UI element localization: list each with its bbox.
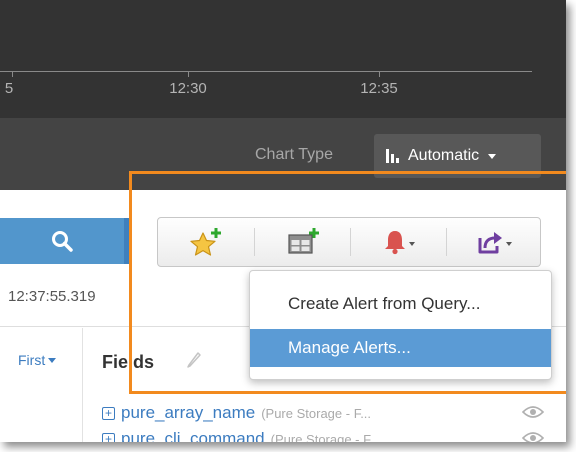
- field-description: (Pure Storage - F...: [270, 431, 381, 443]
- chevron-down-icon: [488, 153, 497, 159]
- chart-type-label: Chart Type: [255, 146, 333, 163]
- plus-icon[interactable]: +: [102, 406, 115, 420]
- alerts-dropdown-button[interactable]: [351, 218, 446, 266]
- star-plus-icon: [190, 228, 221, 256]
- field-list-item[interactable]: + pure_array_name (Pure Storage - F...: [102, 402, 371, 424]
- share-icon: [478, 232, 502, 254]
- timeline-axis: [0, 71, 532, 72]
- timeline-chart[interactable]: 5 12:30 12:35: [0, 0, 566, 118]
- chart-type-value: Automatic: [408, 147, 480, 164]
- pencil-icon[interactable]: [186, 350, 202, 368]
- divider: [82, 328, 83, 442]
- sort-dropdown-label: First: [18, 352, 46, 368]
- axis-tick: [12, 72, 13, 77]
- plus-icon[interactable]: +: [102, 432, 115, 442]
- eye-icon[interactable]: [522, 405, 544, 419]
- add-favorite-button[interactable]: [158, 218, 254, 266]
- results-toolbar: [157, 217, 541, 267]
- field-list-item[interactable]: + pure_cli_command (Pure Storage - F...: [102, 428, 380, 442]
- menu-item-create-alert[interactable]: Create Alert from Query...: [250, 285, 551, 323]
- bell-icon: [384, 231, 405, 255]
- menu-item-manage-alerts[interactable]: Manage Alerts...: [250, 329, 551, 367]
- axis-tick: [379, 72, 380, 77]
- chart-options-bar: Chart Type Automatic: [0, 118, 566, 190]
- menu-item-label: Manage Alerts...: [288, 338, 411, 357]
- search-button-divider: [124, 218, 131, 264]
- chevron-down-icon: [408, 242, 415, 246]
- field-name: pure_cli_command: [121, 429, 265, 442]
- axis-tick-label: 12:30: [169, 80, 207, 97]
- fields-title: Fields: [102, 352, 155, 372]
- search-icon: [52, 231, 73, 252]
- menu-item-label: Create Alert from Query...: [288, 294, 481, 313]
- axis-tick: [188, 72, 189, 77]
- bar-chart-icon: [386, 149, 401, 163]
- axis-tick-label: 12:35: [360, 80, 398, 97]
- app-frame: 5 12:30 12:35 Chart Type Automatic 12:37…: [0, 0, 566, 442]
- panel-plus-icon: [287, 228, 319, 254]
- chevron-down-icon: [505, 242, 512, 246]
- field-name: pure_array_name: [121, 403, 256, 422]
- eye-icon[interactable]: [522, 431, 544, 442]
- sort-dropdown[interactable]: First: [18, 352, 57, 368]
- axis-tick-label: 5: [4, 80, 14, 97]
- chevron-down-icon: [48, 357, 57, 363]
- search-timestamp: 12:37:55.319: [8, 288, 96, 305]
- add-dashboard-panel-button[interactable]: [255, 218, 350, 266]
- search-button[interactable]: [0, 218, 124, 264]
- field-description: (Pure Storage - F...: [261, 405, 372, 421]
- chart-type-dropdown[interactable]: Automatic: [374, 134, 541, 178]
- alerts-menu: Create Alert from Query... Manage Alerts…: [249, 270, 552, 380]
- share-dropdown-button[interactable]: [447, 218, 540, 266]
